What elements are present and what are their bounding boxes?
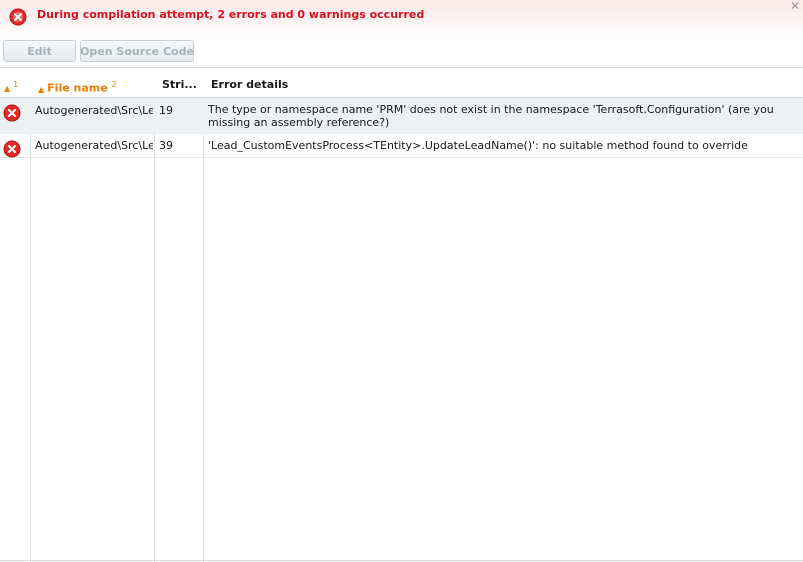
table-row[interactable]: Autogenerated\Src\Lead_CustomEventsProce…	[0, 98, 803, 134]
bottom-border	[0, 560, 803, 561]
error-details-cell: The type or namespace name 'PRM' does no…	[208, 103, 774, 129]
banner-title: During compilation attempt, 2 errors and…	[37, 8, 425, 21]
toolbar: Edit Open Source Code	[0, 36, 803, 68]
error-banner: During compilation attempt, 2 errors and…	[0, 0, 803, 36]
sort-index: 2	[111, 80, 117, 89]
edit-button[interactable]: Edit	[3, 40, 76, 62]
column-header-string[interactable]: Stri...	[162, 73, 197, 97]
error-circle-icon	[3, 140, 21, 158]
sort-ascending-icon: ▲	[4, 84, 11, 93]
column-header-label: File name	[47, 81, 108, 95]
table-row[interactable]: Autogenerated\Src\Lead_CustomEventsProce…	[0, 134, 803, 158]
string-cell: 19	[159, 104, 173, 117]
sort-index: 1	[13, 80, 19, 89]
column-header-type[interactable]: ▲ 1	[4, 73, 30, 97]
error-circle-icon	[9, 8, 27, 26]
close-icon[interactable]: ✕	[790, 0, 800, 12]
errors-grid: ▲ 1 ▲ File name 2 Stri... Error details Au…	[0, 73, 803, 562]
string-cell: 39	[159, 139, 173, 152]
file-name-cell: Autogenerated\Src\Lead_CustomEventsProce…	[35, 104, 153, 117]
error-circle-icon	[3, 104, 21, 122]
sort-ascending-icon: ▲	[38, 84, 45, 94]
grid-header: ▲ 1 ▲ File name 2 Stri... Error details	[0, 73, 803, 98]
file-name-cell: Autogenerated\Src\Lead_CustomEventsProce…	[35, 139, 153, 152]
column-header-file-name[interactable]: ▲ File name 2	[38, 73, 117, 97]
open-source-code-button[interactable]: Open Source Code	[80, 40, 194, 62]
column-header-error-details[interactable]: Error details	[211, 73, 288, 97]
error-details-cell: 'Lead_CustomEventsProcess<TEntity>.Updat…	[208, 139, 748, 152]
compilation-results-window: During compilation attempt, 2 errors and…	[0, 0, 803, 562]
